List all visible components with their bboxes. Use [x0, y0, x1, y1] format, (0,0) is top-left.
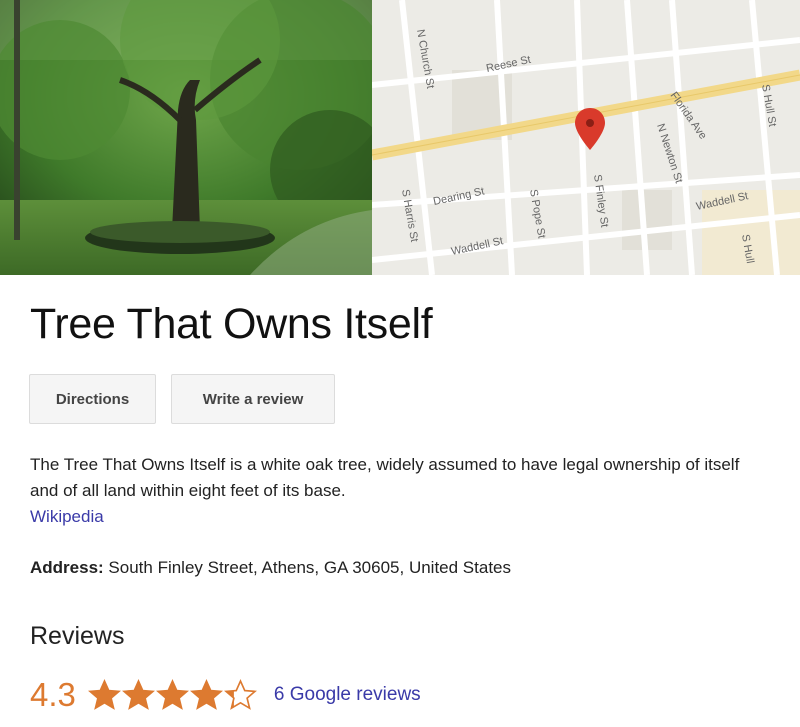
place-description: The Tree That Owns Itself is a white oak… [30, 452, 770, 530]
rating-row: 4.3 6 Google reviews [30, 672, 421, 718]
star-icon [155, 678, 189, 710]
place-title: Tree That Owns Itself [30, 300, 433, 348]
address-value: South Finley Street, Athens, GA 30605, U… [108, 558, 512, 577]
location-map[interactable]: Reese St N Church St Dearing St S Harris… [372, 0, 800, 275]
description-text: The Tree That Owns Itself is a white oak… [30, 455, 740, 500]
directions-button[interactable]: Directions [29, 374, 156, 424]
rating-value: 4.3 [30, 676, 76, 713]
wikipedia-link[interactable]: Wikipedia [30, 507, 104, 526]
google-reviews-link[interactable]: 6 Google reviews [274, 684, 421, 706]
tree-photo-image [0, 0, 372, 275]
star-icon [121, 678, 155, 710]
address-row: Address: South Finley Street, Athens, GA… [30, 558, 511, 578]
address-label: Address: [30, 558, 104, 577]
star-icon [87, 678, 121, 710]
star-icon [189, 678, 223, 710]
tree-photo[interactable] [0, 0, 372, 275]
star-icon [223, 678, 257, 710]
star-rating [87, 678, 258, 712]
map-canvas: Reese St N Church St Dearing St S Harris… [372, 0, 800, 275]
write-review-button[interactable]: Write a review [171, 374, 335, 424]
reviews-heading: Reviews [30, 622, 125, 650]
media-strip: Reese St N Church St Dearing St S Harris… [0, 0, 800, 275]
